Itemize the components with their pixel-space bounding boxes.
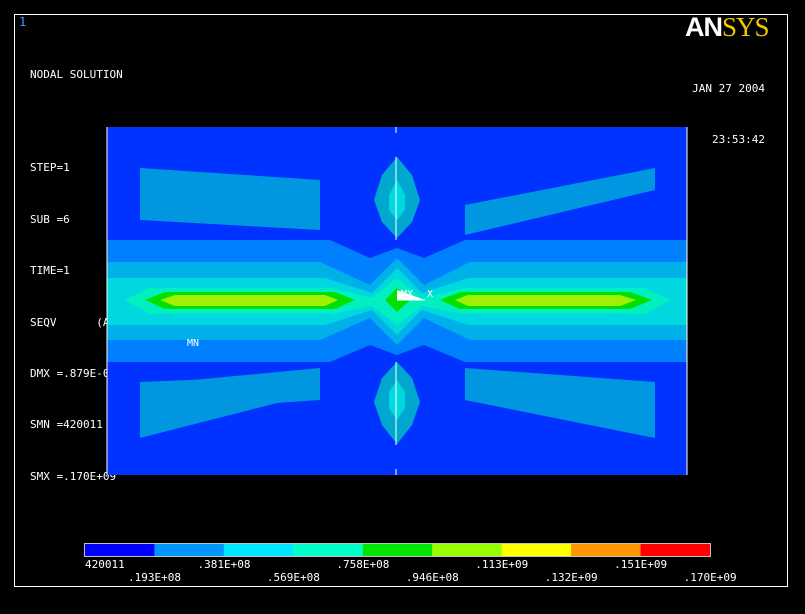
contour-plot: MN MX X [84, 127, 711, 557]
legend-swatch [640, 544, 710, 556]
legend-value-label: .946E+08 [405, 571, 459, 584]
legend-color-bar [84, 543, 711, 557]
legend-value-label: .381E+08 [197, 558, 251, 571]
contour-band-6-right [455, 295, 636, 306]
contour-band-6-left [160, 295, 338, 306]
legend-swatch [223, 544, 294, 556]
legend-value-label: .151E+09 [614, 558, 668, 571]
legend-swatch [362, 544, 433, 556]
legend-swatch [501, 544, 572, 556]
mx-label: MX [401, 289, 413, 300]
ansys-graphics-window: 1 ANSYS NODAL SOLUTION STEP=1 SUB =6 TIM… [0, 0, 805, 614]
legend-swatch [571, 544, 641, 556]
legend-value-label: .758E+08 [336, 558, 390, 571]
legend-value-label: .170E+09 [683, 571, 737, 584]
mn-label: MN [187, 338, 199, 349]
legend-swatch [85, 544, 155, 556]
legend-value-label: .132E+09 [544, 571, 598, 584]
legend-value-label: .193E+08 [128, 571, 182, 584]
legend-swatch [293, 544, 363, 556]
legend-swatch [432, 544, 502, 556]
legend-swatch [154, 544, 224, 556]
axis-x-label: X [427, 289, 433, 300]
legend-value-label: .569E+08 [266, 571, 320, 584]
legend-value-label: 420011 [85, 558, 125, 571]
legend-value-label: .113E+09 [475, 558, 529, 571]
